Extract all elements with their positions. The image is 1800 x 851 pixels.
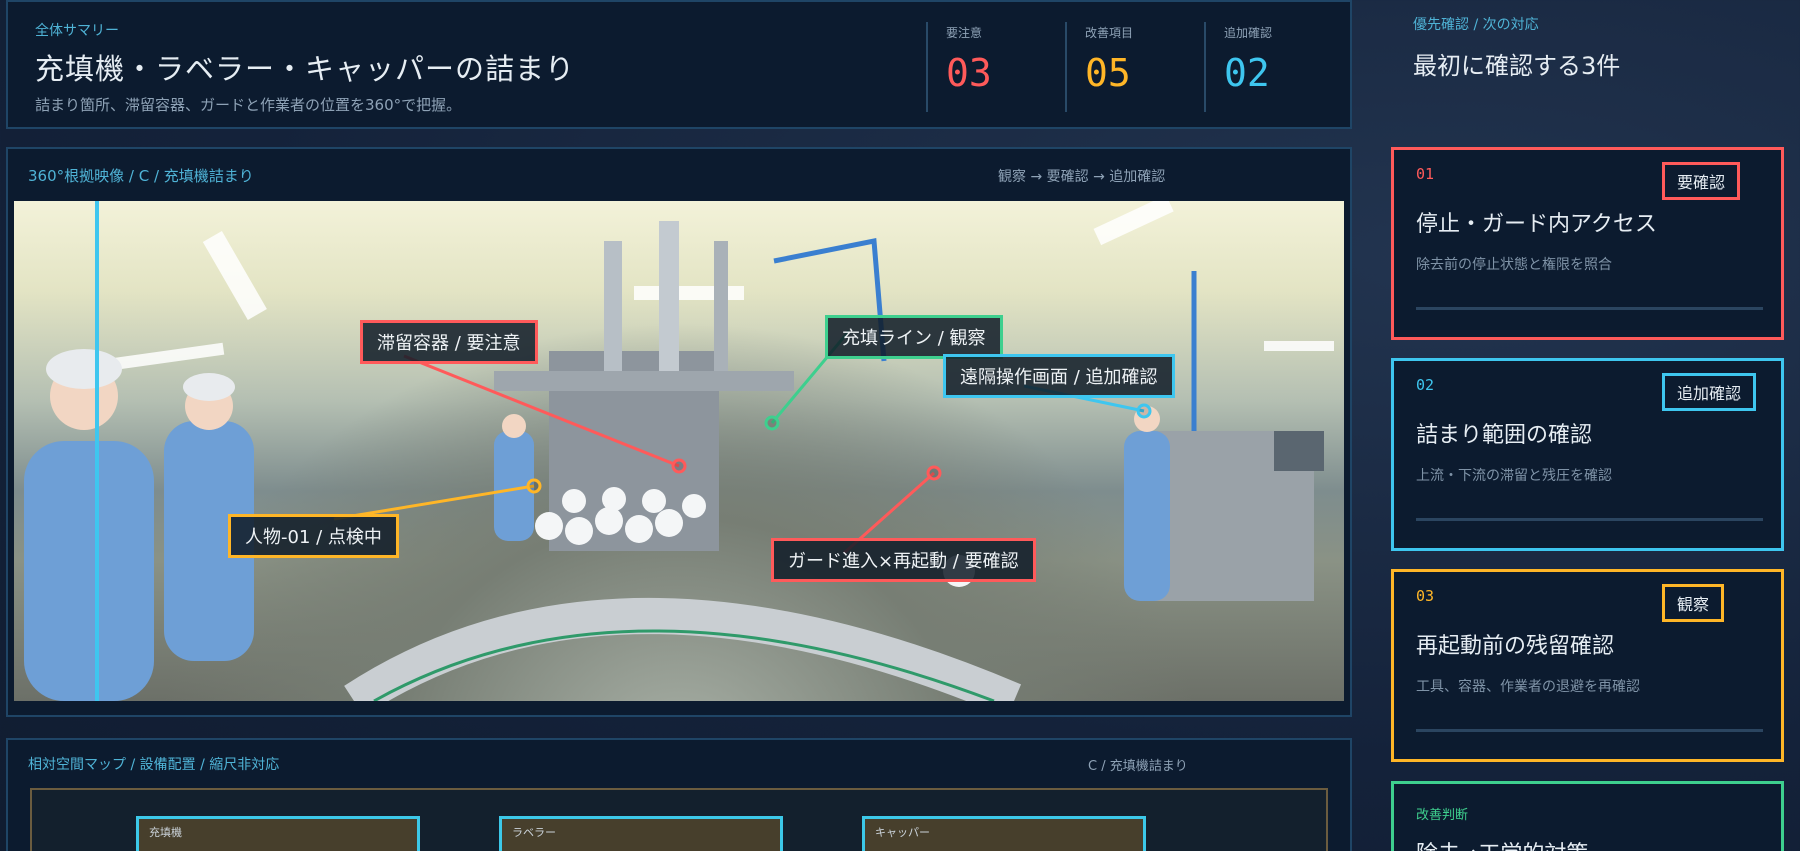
video-panel: 360°根拠映像 / C / 充填機詰まり 観察 → 要確認 → 追加確認 滞留… (6, 147, 1352, 717)
card-title: 再起動前の残留確認 (1416, 634, 1615, 659)
panorama-scene (24, 201, 1334, 701)
stat-value: 03 (946, 51, 992, 95)
priority-card-2[interactable]: 02 追加確認 詰まり範囲の確認 上流・下流の滞留と残圧を確認 (1391, 358, 1784, 551)
priority-card-1[interactable]: 01 要確認 停止・ガード内アクセス 除去前の停止状態と権限を照合 (1391, 147, 1784, 340)
card-number: 02 (1416, 376, 1435, 394)
panorama-video[interactable]: 滞留容器 / 要注意 充填ライン / 観察 遠隔操作画面 / 追加確認 人物-0… (14, 201, 1344, 701)
card-title: 停止・ガード内アクセス (1416, 212, 1657, 237)
improvement-title: 除去→工学的対策 (1416, 836, 1588, 851)
machine-label: 充填機 (149, 826, 182, 839)
card-title: 詰まり範囲の確認 (1416, 423, 1593, 448)
card-progress-bar (1416, 729, 1763, 732)
card-badge: 追加確認 (1662, 373, 1757, 411)
scan-line (95, 201, 99, 701)
machine-label: ラベラー (512, 826, 556, 839)
card-description: 除去前の停止状態と権限を照合 (1416, 257, 1612, 273)
stat-label: 追加確認 (1224, 26, 1273, 40)
priority-eyebrow: 優先確認 / 次の対応 (1413, 17, 1539, 33)
card-badge: 要確認 (1662, 162, 1741, 200)
map-machine-capper[interactable]: キャッパー (862, 816, 1146, 851)
map-heading: 相対空間マップ / 設備配置 / 縮尺非対応 (28, 757, 280, 773)
stat-improvement: 改善項目 05 (1065, 22, 1203, 112)
tag-person-01[interactable]: 人物-01 / 点検中 (228, 514, 399, 558)
tag-guard-restart[interactable]: ガード進入×再起動 / 要確認 (771, 538, 1036, 582)
machine-label: キャッパー (875, 826, 930, 839)
map-machine-filler[interactable]: 充填機 (136, 816, 420, 851)
summary-panel: 全体サマリー 充填機・ラベラー・キャッパーの詰まり 詰まり箇所、滞留容器、ガード… (6, 0, 1352, 129)
tag-filling-line[interactable]: 充填ライン / 観察 (825, 315, 1003, 359)
stat-additional-check: 追加確認 02 (1204, 22, 1342, 112)
card-progress-bar (1416, 307, 1763, 310)
video-heading: 360°根拠映像 / C / 充填機詰まり (28, 167, 254, 185)
stat-label: 改善項目 (1085, 26, 1134, 40)
priority-title: 最初に確認する3件 (1413, 52, 1621, 80)
stat-value: 05 (1085, 51, 1131, 95)
card-progress-bar (1416, 518, 1763, 521)
summary-description: 詰まり箇所、滞留容器、ガードと作業者の位置を360°で把握。 (35, 96, 462, 114)
map-context: C / 充填機詰まり (1088, 759, 1188, 774)
improvement-eyebrow: 改善判断 (1416, 808, 1469, 823)
card-number: 03 (1416, 587, 1435, 605)
stat-label: 要注意 (946, 26, 983, 40)
stat-caution: 要注意 03 (926, 22, 1064, 112)
priority-card-3[interactable]: 03 観察 再起動前の残留確認 工具、容器、作業者の退避を再確認 (1391, 569, 1784, 762)
map-panel: 相対空間マップ / 設備配置 / 縮尺非対応 C / 充填機詰まり 充填機 ラベ… (6, 738, 1352, 851)
map-machine-labeler[interactable]: ラベラー (499, 816, 783, 851)
tag-stagnant-container[interactable]: 滞留容器 / 要注意 (360, 320, 538, 364)
tag-remote-screen[interactable]: 遠隔操作画面 / 追加確認 (943, 354, 1175, 398)
page-title: 充填機・ラベラー・キャッパーの詰まり (35, 52, 576, 86)
card-description: 上流・下流の滞留と残圧を確認 (1416, 468, 1612, 484)
summary-eyebrow: 全体サマリー (35, 23, 119, 39)
card-description: 工具、容器、作業者の退避を再確認 (1416, 679, 1640, 695)
improvement-card[interactable]: 改善判断 除去→工学的対策 (1391, 781, 1784, 851)
card-number: 01 (1416, 165, 1435, 183)
relative-space-map[interactable]: 充填機 ラベラー キャッパー (30, 788, 1328, 851)
video-flow: 観察 → 要確認 → 追加確認 (998, 169, 1166, 185)
card-badge: 観察 (1662, 584, 1725, 622)
stat-value: 02 (1224, 51, 1270, 95)
